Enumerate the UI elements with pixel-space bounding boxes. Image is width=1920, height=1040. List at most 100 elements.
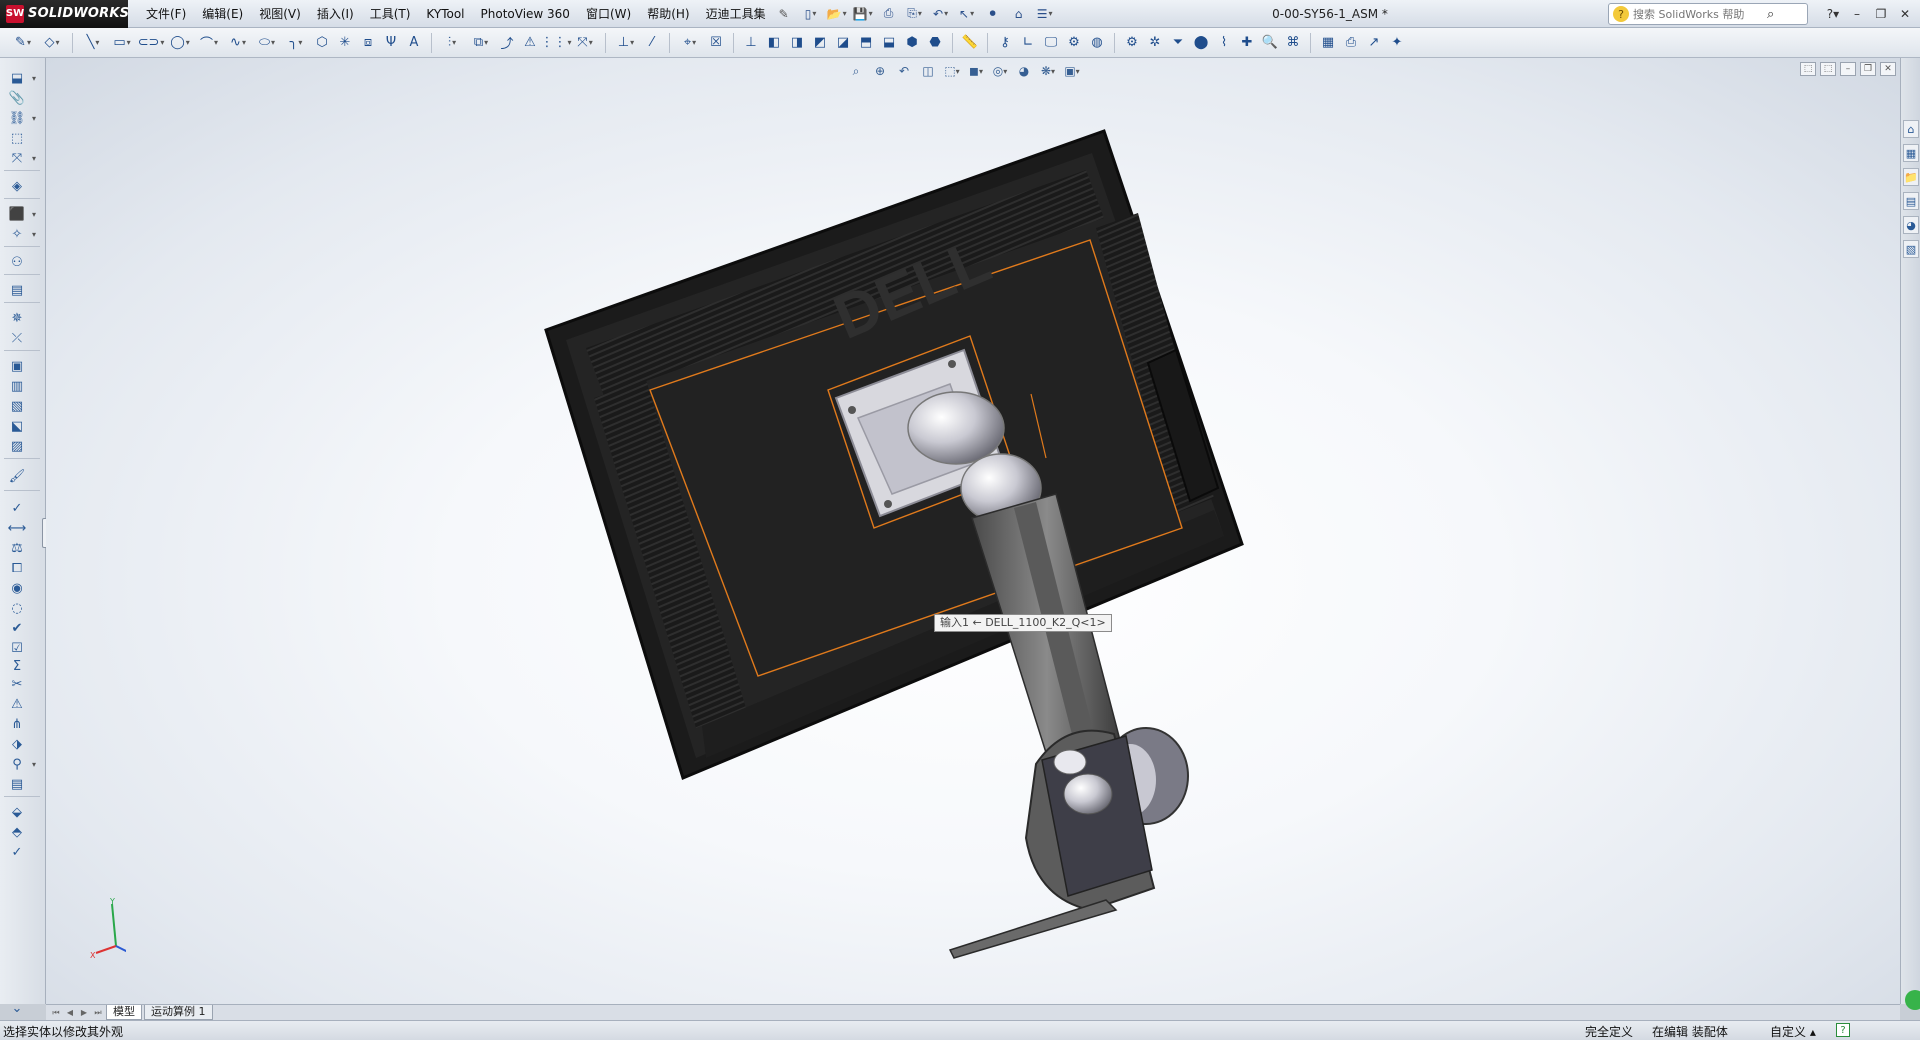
sketch-icon[interactable]: ✎ — [10, 33, 36, 53]
display-relations-icon[interactable]: ⊥ — [613, 33, 639, 53]
point-icon[interactable]: ✳ — [335, 33, 355, 53]
new-motion-study-icon[interactable]: ⚇ — [6, 252, 28, 272]
apply-scene-icon[interactable]: ❋ — [1038, 62, 1058, 80]
help-dropdown-icon[interactable]: ?▾ — [1822, 4, 1844, 24]
display-style-icon[interactable]: ◼ — [966, 62, 986, 80]
arc-icon[interactable]: ⌒ — [196, 33, 222, 53]
hole-alignment-icon[interactable]: ▧ — [6, 396, 28, 416]
rapid-sketch-icon[interactable]: ☒ — [706, 33, 726, 53]
move-component-icon[interactable]: ⤧ ▾ — [6, 148, 36, 168]
previous-view-icon[interactable]: ↶ — [894, 62, 914, 80]
mass-properties-icon[interactable]: ⚖ — [6, 538, 28, 558]
mate-icon[interactable]: 📎 — [6, 88, 28, 108]
view-right-icon[interactable]: ◪ — [833, 33, 853, 53]
monitor-icon[interactable]: 🖵 — [1041, 33, 1061, 53]
ellipse-icon[interactable]: ⬭ — [254, 33, 280, 53]
measure-icon[interactable]: ⟷ — [6, 518, 28, 538]
options-icon[interactable]: ☰ — [1034, 4, 1056, 24]
smart-dimension-icon[interactable]: ◇ — [39, 33, 65, 53]
first-tab-icon[interactable]: ⏮ — [50, 1007, 62, 1019]
check-disabled-icon[interactable]: ☑ — [6, 638, 28, 658]
last-tab-icon[interactable]: ⏭ — [92, 1007, 104, 1019]
view-top-icon[interactable]: ⬒ — [856, 33, 876, 53]
reference-triad-icon[interactable]: ⊥ — [741, 33, 761, 53]
reference-geometry-icon[interactable]: ✧ ▾ — [6, 224, 36, 244]
assembly-features-icon[interactable]: ⬛ ▾ — [6, 204, 36, 224]
section-properties-icon[interactable]: ⧠ — [6, 558, 28, 578]
appearance-icon[interactable]: 🖌 — [6, 466, 28, 486]
gear-small-icon[interactable]: ✲ — [1145, 33, 1165, 53]
graphics-area[interactable]: DELL ⌕ ⊕ ↶ ◫ ⬚ ▾ ◼ ▾ ◎ ▾ ◕ ❋ ▾ ▣ ▾ ⬚ ⬚ –… — [46, 58, 1900, 1004]
check-icon[interactable]: ◉ — [6, 578, 28, 598]
equations-icon[interactable]: ✔ — [6, 618, 28, 638]
line-icon[interactable]: ╲ — [80, 33, 106, 53]
search-icon[interactable]: ⌕ — [1767, 7, 1774, 22]
excel-icon[interactable]: ▦ — [1318, 33, 1338, 53]
print-preview-icon[interactable]: ⎘ — [904, 4, 926, 24]
units-custom-menu[interactable]: 自定义 ▴ — [1770, 1023, 1816, 1040]
menu-photoview[interactable]: PhotoView 360 — [473, 0, 578, 28]
clamp-knob[interactable] — [1063, 773, 1113, 815]
convert-entities-icon[interactable]: ⤴ — [497, 33, 517, 53]
prev-tab-icon[interactable]: ◀ — [64, 1007, 76, 1019]
file-explorer-icon[interactable]: 📁 — [1903, 168, 1919, 186]
next-tab-icon[interactable]: ▶ — [78, 1007, 90, 1019]
show-hidden-icon[interactable]: ◈ — [6, 176, 28, 196]
help-search-input[interactable] — [1633, 7, 1763, 21]
new-document-icon[interactable]: ▯ — [800, 4, 822, 24]
magnifier-icon[interactable]: 🔍 — [1260, 33, 1280, 53]
parting-line-icon[interactable]: ✂ — [6, 674, 28, 694]
tab-model[interactable]: 模型 — [106, 1005, 142, 1020]
sigma-icon[interactable]: Σ — [6, 656, 28, 676]
close-icon[interactable]: ✕ — [1894, 4, 1916, 24]
plane-icon[interactable]: ⧈ — [358, 33, 378, 53]
sensor-icon[interactable]: ⚲ ▾ — [6, 754, 36, 774]
circle-icon[interactable]: ◯ — [167, 33, 193, 53]
upper-joint[interactable] — [907, 391, 1005, 465]
appearances-scenes-icon[interactable]: ◕ — [1903, 216, 1919, 234]
save-icon[interactable]: 💾 — [852, 4, 874, 24]
quick-snaps-icon[interactable]: ⌖ — [677, 33, 703, 53]
repair-sketch-icon[interactable]: ⁄ — [642, 33, 662, 53]
help-search-box[interactable]: ? ⌕ — [1608, 3, 1808, 25]
file-properties-icon[interactable]: ⌂ — [1008, 4, 1030, 24]
smart-fasteners-icon[interactable]: ⬚ — [6, 128, 28, 148]
menu-help[interactable]: 帮助(H) — [639, 0, 697, 28]
mounting-bracket[interactable] — [948, 899, 1118, 959]
costing-icon[interactable]: ⬙ — [6, 802, 28, 822]
linear-pattern-icon[interactable]: ⋮⋮ — [541, 33, 569, 53]
restore-icon[interactable]: ❐ — [1860, 62, 1876, 76]
print-icon[interactable]: ⎙ — [878, 4, 900, 24]
measure-icon[interactable]: 📏 — [960, 33, 980, 53]
menu-view[interactable]: 视图(V) — [251, 0, 309, 28]
linear-pattern-icon[interactable]: ⛓ ▾ — [6, 108, 36, 128]
insert-component-icon[interactable]: ⬓ ▾ — [6, 68, 36, 88]
section-view-icon[interactable]: ◫ — [918, 62, 938, 80]
assembly-icon[interactable]: ⚙ — [1064, 33, 1084, 53]
view-orientation-icon[interactable]: ⬚ — [942, 62, 962, 80]
view-palette-icon[interactable]: ▤ — [1903, 192, 1919, 210]
close-icon[interactable]: ✕ — [1880, 62, 1896, 76]
spring-icon[interactable]: ⌇ — [1214, 33, 1234, 53]
bill-of-materials-icon[interactable]: ▤ — [6, 280, 28, 300]
menu-window[interactable]: 窗口(W) — [578, 0, 639, 28]
angle-icon[interactable]: ∟ — [1018, 33, 1038, 53]
zoom-to-area-icon[interactable]: ⊕ — [870, 62, 890, 80]
key-icon[interactable]: ⚷ — [995, 33, 1015, 53]
menu-tools[interactable]: 工具(T) — [362, 0, 419, 28]
select-pointer-icon[interactable]: ↖ — [956, 4, 978, 24]
custom-properties-icon[interactable]: ▧ — [1903, 240, 1919, 258]
spline-icon[interactable]: ∿ — [225, 33, 251, 53]
split-vertical-icon[interactable]: ⬚ — [1820, 62, 1836, 76]
view-isometric-icon[interactable]: ⬢ — [902, 33, 922, 53]
view-back-icon[interactable]: ◨ — [787, 33, 807, 53]
restore-icon[interactable]: ❐ — [1870, 4, 1892, 24]
menu-maidi-tools[interactable]: 迈迪工具集 — [698, 0, 774, 28]
move-entities-icon[interactable]: ⤧ — [572, 33, 598, 53]
gear-icon[interactable]: ⚙ — [1122, 33, 1142, 53]
view-left-icon[interactable]: ◩ — [810, 33, 830, 53]
binoculars-icon[interactable]: ⌘ — [1283, 33, 1303, 53]
clamp-bolt[interactable] — [1053, 749, 1087, 775]
design-library-icon[interactable]: ▦ — [1903, 144, 1919, 162]
fillet-icon[interactable]: ╮ — [283, 33, 309, 53]
